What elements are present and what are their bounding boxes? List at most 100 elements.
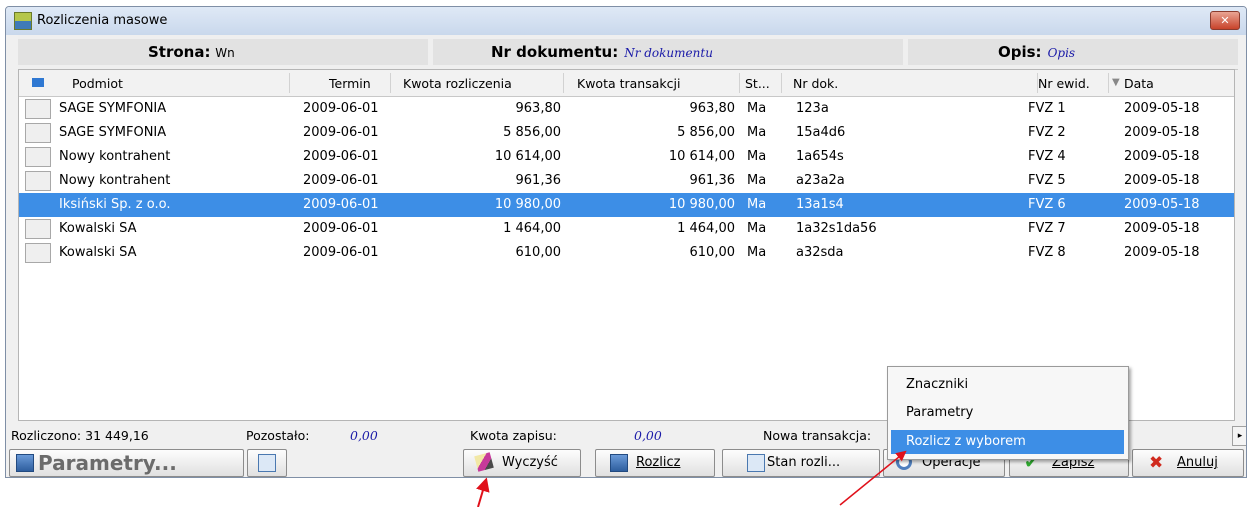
cell-kwota-transakcji: 963,80 xyxy=(689,101,736,116)
cell-nr-ewid: FVZ 8 xyxy=(1028,245,1066,260)
col-termin[interactable]: Termin xyxy=(329,76,371,91)
nr-dokumentu-label: Nr dokumentu: Nr dokumentu xyxy=(491,43,713,61)
opis-label: Opis: Opis xyxy=(998,43,1076,61)
table-row[interactable]: SAGE SYMFONIA 2009-06-01 963,80 963,80 Ma 123… xyxy=(19,97,1234,121)
nr-dokumentu-value[interactable]: Nr dokumentu xyxy=(624,46,713,60)
opis-value[interactable]: Opis xyxy=(1048,46,1076,60)
title-bar[interactable]: Rozliczenia masowe ✕ xyxy=(6,7,1246,35)
cell-kwota-transakcji: 10 614,00 xyxy=(668,149,735,164)
cell-kwota-rozliczenia: 610,00 xyxy=(515,245,562,260)
cell-termin: 2009-06-01 xyxy=(303,101,379,116)
annotation-arrow-wyczysc xyxy=(476,477,490,507)
strona-value: Wn xyxy=(215,46,235,60)
cell-kwota-transakcji: 5 856,00 xyxy=(677,125,735,140)
cell-podmiot: SAGE SYMFONIA xyxy=(59,101,167,116)
menu-item-rozlicz-z-wyborem[interactable]: Rozlicz z wyborem xyxy=(891,430,1124,454)
cell-status: Ma xyxy=(747,221,767,236)
parametry-button[interactable]: Parametry... xyxy=(9,449,244,477)
menu-item-parametry[interactable]: Parametry xyxy=(891,401,1124,425)
expand-arrow-button[interactable]: ▸ xyxy=(1232,426,1246,446)
table-row[interactable]: Kowalski SA 2009-06-01 610,00 610,00 Ma a32sd… xyxy=(19,241,1234,265)
cell-status: Ma xyxy=(747,149,767,164)
col-status[interactable]: St... xyxy=(745,76,770,91)
cell-data: 2009-05-18 xyxy=(1124,173,1200,188)
cell-kwota-transakcji: 1 464,00 xyxy=(677,221,735,236)
column-chooser-icon[interactable] xyxy=(32,78,44,87)
cell-status: Ma xyxy=(747,101,767,116)
strona-label: Strona: Wn xyxy=(148,43,235,61)
cell-kwota-rozliczenia: 963,80 xyxy=(515,101,562,116)
row-selector[interactable] xyxy=(25,123,51,143)
cell-termin: 2009-06-01 xyxy=(303,221,379,236)
cell-podmiot: Iksiński Sp. z o.o. xyxy=(59,197,171,212)
cell-nr-ewid: FVZ 5 xyxy=(1028,173,1066,188)
cell-kwota-rozliczenia: 10 980,00 xyxy=(494,197,561,212)
cell-termin: 2009-06-01 xyxy=(303,149,379,164)
row-selector[interactable] xyxy=(25,171,51,191)
cell-data: 2009-05-18 xyxy=(1124,125,1200,140)
calculator-icon xyxy=(610,454,628,472)
col-podmiot[interactable]: Podmiot xyxy=(72,76,123,91)
cell-kwota-rozliczenia: 1 464,00 xyxy=(503,221,561,236)
table-row[interactable]: Nowy kontrahent 2009-06-01 10 614,00 10 614… xyxy=(19,145,1234,169)
row-selector[interactable] xyxy=(25,99,51,119)
cell-podmiot: Kowalski SA xyxy=(59,221,137,236)
rozliczono-text: Rozliczono: 31 449,16 xyxy=(11,428,149,443)
preview-button[interactable] xyxy=(247,449,287,477)
cell-podmiot: Nowy kontrahent xyxy=(59,149,171,164)
col-data[interactable]: Data xyxy=(1124,76,1154,91)
eraser-icon xyxy=(474,452,494,472)
col-nr-dok[interactable]: Nr dok. xyxy=(793,76,838,91)
sort-desc-icon: ▼ xyxy=(1112,77,1120,88)
close-button[interactable]: ✕ xyxy=(1210,11,1240,30)
row-selector[interactable] xyxy=(25,243,51,263)
anuluj-button[interactable]: ✖ Anuluj xyxy=(1132,449,1244,477)
col-kwota-transakcji[interactable]: Kwota transakcji xyxy=(577,76,680,91)
opis-box: Opis: Opis xyxy=(908,39,1238,65)
cell-data: 2009-05-18 xyxy=(1124,101,1200,116)
table-row[interactable]: Iksiński Sp. z o.o. 2009-06-01 10 980,00 10… xyxy=(19,193,1234,217)
operacje-dropdown-menu: Znaczniki Parametry Rozlicz z wyborem xyxy=(887,366,1129,460)
cell-nr-ewid: FVZ 6 xyxy=(1028,197,1066,212)
cell-status: Ma xyxy=(747,245,767,260)
stan-rozliczen-button[interactable]: Stan rozli... xyxy=(722,449,880,477)
status-view-icon xyxy=(747,454,765,472)
cell-nr-ewid: FVZ 2 xyxy=(1028,125,1066,140)
cell-data: 2009-05-18 xyxy=(1124,221,1200,236)
cell-data: 2009-05-18 xyxy=(1124,197,1200,212)
kwota-zapisu-value: 0,00 xyxy=(634,428,662,443)
cell-nr-ewid: FVZ 1 xyxy=(1028,101,1066,116)
table-row[interactable]: SAGE SYMFONIA 2009-06-01 5 856,00 5 856,00 M… xyxy=(19,121,1234,145)
kwota-zapisu-label: Kwota zapisu: xyxy=(470,428,557,443)
rozlicz-button[interactable]: Rozlicz xyxy=(595,449,715,477)
cell-kwota-transakcji: 610,00 xyxy=(689,245,736,260)
row-selector[interactable] xyxy=(25,219,51,239)
cell-status: Ma xyxy=(747,125,767,140)
cell-termin: 2009-06-01 xyxy=(303,245,379,260)
table-row[interactable]: Nowy kontrahent 2009-06-01 961,36 961,36 Ma a… xyxy=(19,169,1234,193)
cell-nr-ewid: FVZ 7 xyxy=(1028,221,1066,236)
cell-podmiot: Nowy kontrahent xyxy=(59,173,171,188)
cell-nr-dok: 1a654s xyxy=(796,149,844,164)
menu-item-znaczniki[interactable]: Znaczniki xyxy=(891,373,1124,397)
row-selector[interactable] xyxy=(25,147,51,167)
nowa-transakcja-label: Nowa transakcja: xyxy=(763,428,872,443)
col-nr-ewid[interactable]: Nr ewid. xyxy=(1038,76,1090,91)
cell-termin: 2009-06-01 xyxy=(303,197,379,212)
cell-podmiot: SAGE SYMFONIA xyxy=(59,125,167,140)
calculator-icon xyxy=(16,454,34,472)
row-selector[interactable] xyxy=(25,195,51,215)
cell-kwota-rozliczenia: 961,36 xyxy=(515,173,562,188)
cell-podmiot: Kowalski SA xyxy=(59,245,137,260)
table-row[interactable]: Kowalski SA 2009-06-01 1 464,00 1 464,00 Ma 1… xyxy=(19,217,1234,241)
cell-status: Ma xyxy=(747,197,767,212)
wyczysc-button[interactable]: Wyczyść xyxy=(463,449,581,477)
pozostalo-label: Pozostało: xyxy=(246,428,310,443)
cell-data: 2009-05-18 xyxy=(1124,245,1200,260)
grid-header: Podmiot Termin Kwota rozliczenia Kwota t… xyxy=(19,70,1234,97)
cell-nr-dok: 123a xyxy=(796,101,829,116)
cell-termin: 2009-06-01 xyxy=(303,173,379,188)
col-kwota-rozliczenia[interactable]: Kwota rozliczenia xyxy=(403,76,512,91)
cell-nr-dok: a23a2a xyxy=(796,173,845,188)
cell-kwota-rozliczenia: 5 856,00 xyxy=(503,125,561,140)
